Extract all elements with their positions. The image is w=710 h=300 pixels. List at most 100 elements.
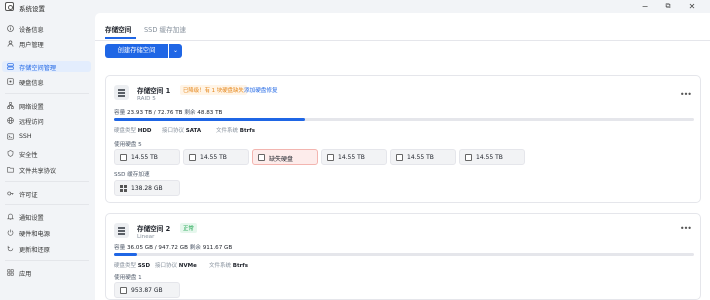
sidebar-item-label: 设备信息 [19, 27, 44, 34]
close-button[interactable]: ✕ [686, 1, 698, 12]
missing-disk-slot[interactable]: 缺失硬盘 [252, 149, 318, 165]
sidebar-divider [5, 260, 89, 261]
disk-slot[interactable]: 14.55 TB [183, 149, 249, 165]
disk-slot[interactable]: 14.55 TB [459, 149, 525, 165]
tabs-divider [95, 40, 710, 41]
more-icon[interactable]: ••• [680, 90, 692, 99]
disk-capacity: 953.87 GB [131, 287, 163, 294]
sidebar-item-disk-info[interactable]: 硬盘信息 [2, 76, 91, 87]
sidebar-item-label: 通知设置 [19, 215, 44, 222]
usage-bar-fill [114, 253, 138, 256]
more-icon[interactable]: ••• [680, 224, 692, 233]
used-disks-label: 使用硬盘 1 [114, 275, 142, 281]
disk-capacity: 缺失硬盘 [269, 156, 294, 163]
disk-capacity: 14.55 TB [407, 154, 434, 161]
disk-type-info: 硬盘类型 HDD [114, 126, 152, 134]
cache-disk-slot[interactable]: 138.28 GB [114, 180, 180, 196]
storage-pool-icon [114, 223, 129, 238]
remaining-label: 剩余 [189, 245, 201, 251]
sidebar-item-label: 用户管理 [19, 42, 44, 49]
cache-capacity: 138.28 GB [131, 185, 163, 192]
disk-capacity: 14.55 TB [338, 154, 365, 161]
add-disk-repair-link[interactable]: 添加硬盘修复 [244, 86, 278, 94]
capacity-label: 容量 [114, 245, 126, 251]
sidebar-item-label: 硬件和电源 [19, 231, 50, 238]
sidebar-item-update-restore[interactable]: 更新和还原 [2, 243, 91, 254]
maximize-button[interactable]: ⧉ [662, 1, 674, 12]
filesystem-value: Btrfs [239, 128, 255, 134]
terminal-icon [7, 133, 14, 140]
pool-name: 存储空间 1 [137, 87, 171, 95]
chevron-down-icon: ⌄ [172, 47, 179, 54]
interface-label: 接口协议 [162, 128, 185, 134]
minimize-button[interactable]: − [639, 1, 651, 12]
active-tab-indicator [105, 37, 136, 39]
sidebar-item-device-info[interactable]: 设备信息 [2, 23, 91, 34]
ssd-cache-label: SSD 缓存加速 [114, 172, 150, 178]
usage-bar [114, 253, 694, 256]
disk-icon [7, 78, 14, 85]
apps-icon [7, 269, 14, 276]
refresh-icon [7, 245, 14, 252]
hdd-icon [396, 154, 403, 161]
capacity-value: 23.93 TB / 72.76 TB [126, 110, 183, 116]
info-icon [7, 25, 14, 32]
disk-capacity: 14.55 TB [131, 154, 158, 161]
sidebar-item-notifications[interactable]: 通知设置 [2, 211, 91, 222]
main-panel: 存储空间 SSD 缓存加速 创建存储空间 ⌄ 存储空间 1 已降级！有 1 块硬… [95, 13, 710, 300]
sidebar-item-storage[interactable]: 存储空间管理 [2, 61, 91, 72]
sidebar-item-hardware-power[interactable]: 硬件和电源 [2, 227, 91, 238]
capacity-info: 容量 23.93 TB / 72.76 TB 剩余 48.83 TB [114, 108, 222, 116]
tab-storage[interactable]: 存储空间 [105, 24, 131, 34]
network-icon [7, 102, 14, 109]
sidebar-item-label: 远程访问 [19, 119, 44, 126]
capacity-info: 容量 36.05 GB / 947.72 GB 剩余 911.67 GB [114, 243, 232, 251]
tab-ssd-cache[interactable]: SSD 缓存加速 [144, 24, 186, 34]
sidebar-item-label: 硬盘信息 [19, 80, 44, 87]
storage-icon [7, 63, 14, 70]
sidebar-item-network[interactable]: 网络设置 [2, 100, 91, 111]
key-icon [7, 191, 14, 196]
disk-slot[interactable]: 14.55 TB [321, 149, 387, 165]
create-storage-button[interactable]: 创建存储空间 [105, 44, 168, 58]
filesystem-info: 文件系统 Btrfs [216, 126, 255, 134]
usage-bar-fill [114, 118, 306, 121]
sidebar-item-users[interactable]: 用户管理 [2, 38, 91, 49]
capacity-label: 容量 [114, 110, 126, 116]
sidebar-item-label: 网络设置 [19, 104, 44, 111]
interface-info: 接口协议 SATA [162, 126, 201, 134]
sidebar-item-license[interactable]: 许可证 [2, 188, 91, 199]
sidebar-item-label: 安全性 [19, 152, 38, 159]
sidebar: 设备信息 用户管理 存储空间管理 硬盘信息 网络设置 远程访问 SSH 安全性 … [0, 18, 93, 300]
sidebar-item-label: 文件共享协议 [19, 168, 57, 175]
pool-raid-level: Linear [137, 234, 155, 240]
interface-label: 接口协议 [155, 263, 178, 269]
usage-bar [114, 118, 694, 121]
user-icon [7, 40, 14, 47]
sidebar-item-security[interactable]: 安全性 [2, 148, 91, 159]
interface-info: 接口协议 NVMe [155, 261, 197, 269]
remaining-value: 911.67 GB [202, 245, 233, 251]
sidebar-item-apps[interactable]: 应用 [2, 267, 91, 278]
ssd-icon [120, 287, 127, 294]
sidebar-item-remote-access[interactable]: 远程访问 [2, 115, 91, 126]
sidebar-item-file-sharing[interactable]: 文件共享协议 [2, 164, 91, 175]
used-disks-label: 使用硬盘 5 [114, 142, 142, 148]
disk-slot[interactable]: 14.55 TB [390, 149, 456, 165]
sidebar-item-ssh[interactable]: SSH [2, 131, 91, 142]
capacity-value: 36.05 GB / 947.72 GB [126, 245, 188, 251]
interface-value: SATA [185, 128, 202, 134]
storage-pool-card: 存储空间 2 正常 Linear ••• 容量 36.05 GB / 947.7… [105, 213, 701, 300]
sidebar-divider [5, 93, 89, 94]
create-dropdown-button[interactable]: ⌄ [169, 44, 182, 58]
hdd-icon [258, 154, 265, 161]
status-badge: 已降级！有 1 块硬盘缺失 [180, 85, 247, 95]
sidebar-item-label: 应用 [19, 271, 32, 278]
disk-type-label: 硬盘类型 [114, 128, 137, 134]
disk-slot[interactable]: 14.55 TB [114, 149, 180, 165]
title-bar: 系统设置 − ⧉ ✕ [0, 0, 710, 13]
disk-slot[interactable]: 953.87 GB [114, 282, 180, 298]
ssd-cache-icon [120, 185, 127, 192]
storage-pool-icon [114, 85, 129, 100]
filesystem-label: 文件系统 [216, 128, 239, 134]
